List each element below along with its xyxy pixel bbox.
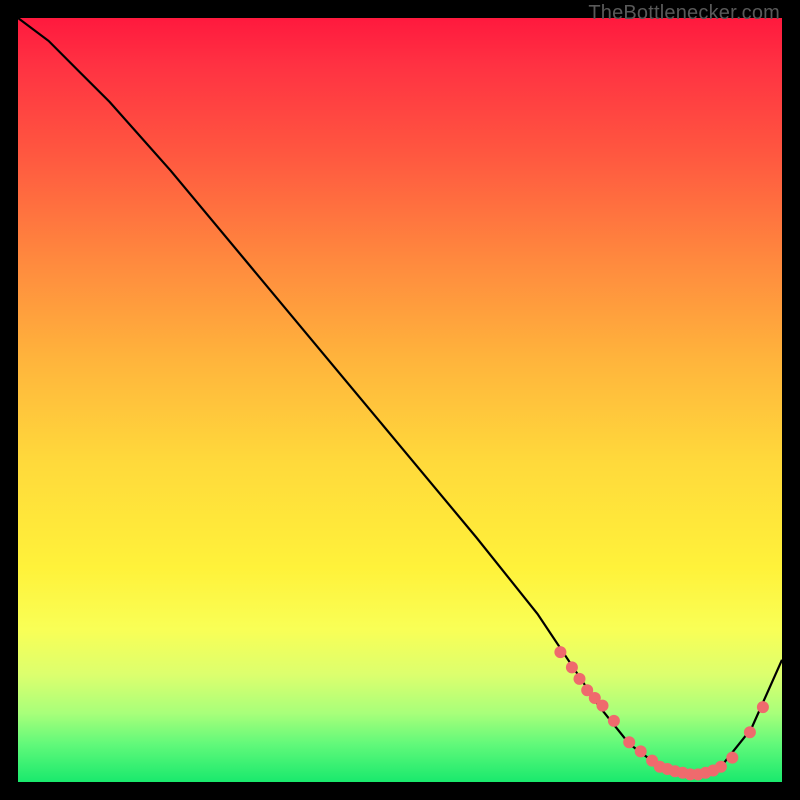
- highlight-dot: [744, 726, 756, 738]
- highlight-dot: [715, 761, 727, 773]
- highlight-dot: [566, 661, 578, 673]
- highlight-dot: [554, 646, 566, 658]
- highlight-dot: [623, 736, 635, 748]
- bottleneck-curve: [18, 18, 782, 774]
- attribution-label: TheBottlenecker.com: [588, 2, 780, 25]
- highlight-dots: [554, 646, 769, 780]
- highlight-dot: [726, 752, 738, 764]
- curve-svg: [18, 18, 782, 782]
- highlight-dot: [757, 701, 769, 713]
- highlight-dot: [597, 700, 609, 712]
- highlight-dot: [635, 745, 647, 757]
- highlight-dot: [608, 715, 620, 727]
- gradient-plot-area: [18, 18, 782, 782]
- highlight-dot: [574, 673, 586, 685]
- chart-frame: TheBottlenecker.com: [0, 0, 800, 800]
